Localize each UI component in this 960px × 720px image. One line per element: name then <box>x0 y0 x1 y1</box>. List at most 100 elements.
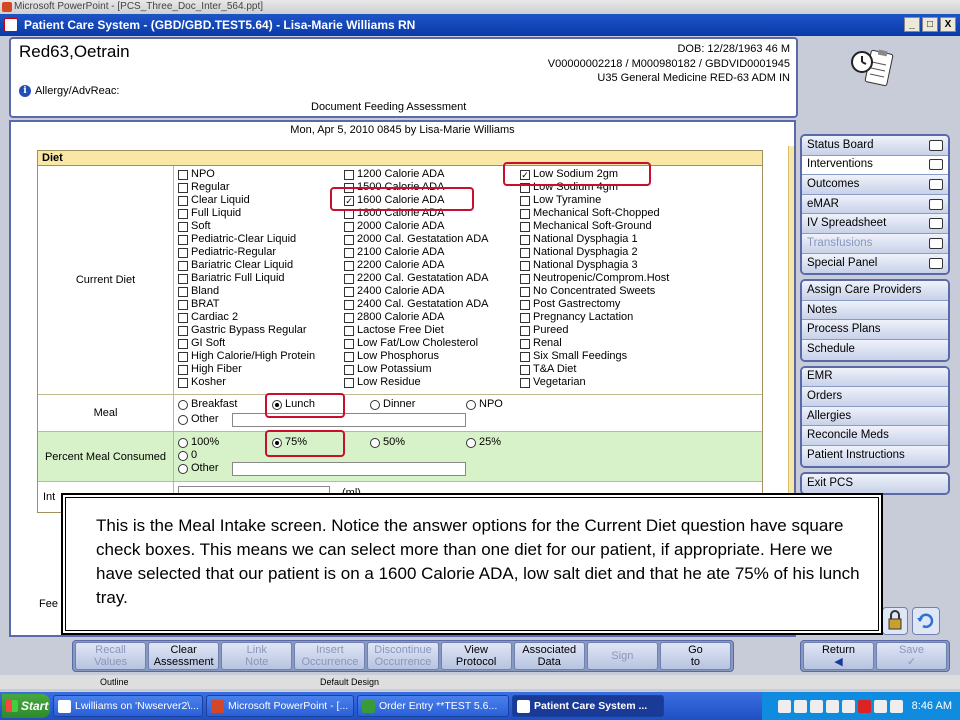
nav-item[interactable]: Outcomes <box>802 175 948 195</box>
diet-option[interactable]: Lactose Free Diet <box>344 324 488 337</box>
diet-option[interactable]: Vegetarian <box>520 376 669 389</box>
percent-option-other[interactable]: Other <box>178 462 219 475</box>
nav-item[interactable]: Process Plans <box>802 320 948 340</box>
diet-option[interactable]: National Dysphagia 3 <box>520 259 669 272</box>
toolbar-button[interactable]: Insert Occurrence <box>294 642 366 670</box>
toolbar-button[interactable]: Recall Values <box>75 642 147 670</box>
nav-item[interactable]: Orders <box>802 387 948 407</box>
diet-option[interactable]: 2400 Cal. Gestatation ADA <box>344 298 488 311</box>
diet-option[interactable]: 2200 Cal. Gestatation ADA <box>344 272 488 285</box>
diet-option[interactable]: GI Soft <box>178 337 315 350</box>
diet-option[interactable]: Low Potassium <box>344 363 488 376</box>
toolbar-button[interactable]: Link Note <box>221 642 293 670</box>
diet-option[interactable]: Pediatric-Regular <box>178 246 315 259</box>
nav-item[interactable]: Notes <box>802 300 948 321</box>
task-powerpoint[interactable]: Microsoft PowerPoint - [... <box>206 695 354 717</box>
diet-option[interactable]: 2000 Cal. Gestatation ADA <box>344 233 488 246</box>
toolbar-button[interactable]: Associated Data <box>513 642 585 670</box>
nav-item[interactable]: eMAR <box>802 194 948 215</box>
task-patient-care-system[interactable]: Patient Care System ... <box>512 695 664 717</box>
maximize-button[interactable]: □ <box>922 17 938 32</box>
diet-option[interactable]: T&A Diet <box>520 363 669 376</box>
diet-option[interactable]: No Concentrated Sweets <box>520 285 669 298</box>
nav-item[interactable]: Exit PCS <box>802 473 948 494</box>
nav-item[interactable]: EMR <box>802 367 948 388</box>
percent-option-25[interactable]: 25% <box>466 436 501 449</box>
meal-option-npo[interactable]: NPO <box>466 398 503 411</box>
nav-item[interactable]: Allergies <box>802 406 948 427</box>
start-button[interactable]: Start <box>2 694 50 718</box>
nav-item[interactable]: Schedule <box>802 339 948 360</box>
diet-option[interactable]: Renal <box>520 337 669 350</box>
diet-option[interactable]: Bland <box>178 285 315 298</box>
diet-option[interactable]: Mechanical Soft-Chopped <box>520 207 669 220</box>
diet-option[interactable]: Post Gastrectomy <box>520 298 669 311</box>
diet-option[interactable]: BRAT <box>178 298 315 311</box>
diet-option[interactable]: Pediatric-Clear Liquid <box>178 233 315 246</box>
tray-icon[interactable] <box>825 699 839 713</box>
diet-option[interactable]: Neutropenic/Comprom.Host <box>520 272 669 285</box>
tray-icon[interactable] <box>857 699 871 713</box>
toolbar-button[interactable]: View Protocol <box>440 642 512 670</box>
diet-option[interactable]: Pureed <box>520 324 669 337</box>
percent-option-100[interactable]: 100% <box>178 436 219 449</box>
toolbar-button[interactable]: Go to <box>659 642 731 670</box>
diet-option[interactable]: 2000 Calorie ADA <box>344 220 488 233</box>
nav-item[interactable]: Status Board <box>802 136 948 156</box>
close-button[interactable]: X <box>940 17 956 32</box>
diet-option[interactable]: Pregnancy Lactation <box>520 311 669 324</box>
nav-item[interactable]: Special Panel <box>802 253 948 274</box>
task-order-entry[interactable]: Order Entry **TEST 5.6... <box>357 695 509 717</box>
diet-option[interactable]: Low Fat/Low Cholesterol <box>344 337 488 350</box>
diet-option[interactable]: NPO <box>178 168 315 181</box>
tray-icon[interactable] <box>889 699 903 713</box>
percent-option-50[interactable]: 50% <box>370 436 405 449</box>
diet-option[interactable]: 2800 Calorie ADA <box>344 311 488 324</box>
diet-option[interactable]: Low Residue <box>344 376 488 389</box>
nav-item[interactable]: Reconcile Meds <box>802 426 948 446</box>
tray-icon[interactable] <box>841 699 855 713</box>
diet-option[interactable]: High Calorie/High Protein <box>178 350 315 363</box>
diet-option[interactable]: Regular <box>178 181 315 194</box>
diet-option[interactable]: Low Tyramine <box>520 194 669 207</box>
tray-icon[interactable] <box>809 699 823 713</box>
diet-option[interactable]: High Fiber <box>178 363 315 376</box>
save-button[interactable]: Save ✓ <box>876 642 947 670</box>
nav-item[interactable]: Transfusions <box>802 233 948 254</box>
diet-option[interactable]: 2100 Calorie ADA <box>344 246 488 259</box>
toolbar-button[interactable]: Sign <box>586 642 658 670</box>
percent-option-0[interactable]: 0 <box>178 449 197 462</box>
return-button[interactable]: Return ◀ <box>803 642 874 670</box>
tray-icon[interactable] <box>777 699 791 713</box>
diet-option[interactable]: 2200 Calorie ADA <box>344 259 488 272</box>
toolbar-button[interactable]: Clear Assessment <box>148 642 220 670</box>
diet-option[interactable]: Bariatric Clear Liquid <box>178 259 315 272</box>
diet-option[interactable]: Mechanical Soft-Ground <box>520 220 669 233</box>
diet-option[interactable]: National Dysphagia 2 <box>520 246 669 259</box>
nav-item[interactable]: Patient Instructions <box>802 445 948 466</box>
diet-option[interactable]: Low Phosphorus <box>344 350 488 363</box>
diet-option[interactable]: National Dysphagia 1 <box>520 233 669 246</box>
diet-option[interactable]: Full Liquid <box>178 207 315 220</box>
meal-option-dinner[interactable]: Dinner <box>370 398 415 411</box>
diet-option[interactable]: Cardiac 2 <box>178 311 315 324</box>
percent-other-input[interactable] <box>232 462 466 476</box>
diet-option[interactable]: Kosher <box>178 376 315 389</box>
meal-option-breakfast[interactable]: Breakfast <box>178 398 237 411</box>
diet-option[interactable]: Six Small Feedings <box>520 350 669 363</box>
allergy-row[interactable]: i Allergy/AdvReac: <box>19 85 119 97</box>
diet-option[interactable]: Bariatric Full Liquid <box>178 272 315 285</box>
lock-button[interactable] <box>882 607 908 635</box>
diet-option[interactable]: 1200 Calorie ADA <box>344 168 488 181</box>
diet-option[interactable]: Gastric Bypass Regular <box>178 324 315 337</box>
task-lwilliams[interactable]: Lwilliams on 'Nwserver2\... <box>53 695 203 717</box>
refresh-button[interactable] <box>912 607 940 635</box>
clipboard-clock-icon[interactable] <box>850 48 896 90</box>
tray-icon[interactable] <box>793 699 807 713</box>
diet-option[interactable]: 2400 Calorie ADA <box>344 285 488 298</box>
tray-icon[interactable] <box>873 699 887 713</box>
diet-option[interactable]: Clear Liquid <box>178 194 315 207</box>
meal-option-other[interactable]: Other <box>178 413 219 426</box>
diet-option[interactable]: Soft <box>178 220 315 233</box>
nav-item[interactable]: Assign Care Providers <box>802 281 948 301</box>
